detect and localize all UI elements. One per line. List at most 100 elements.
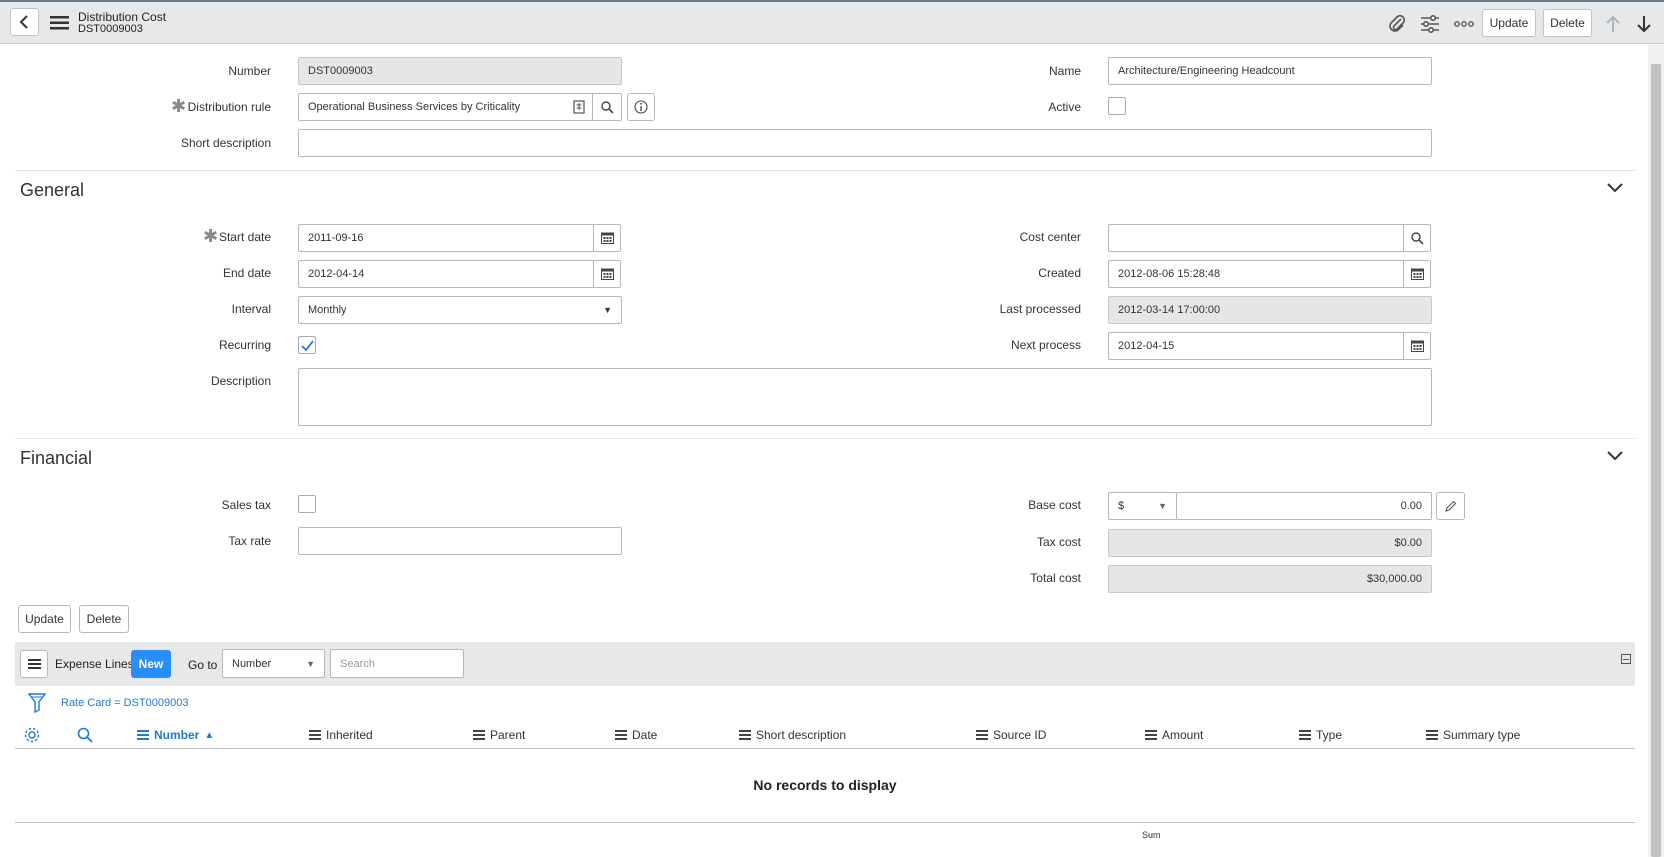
cost-center-search-button[interactable]: [1403, 224, 1431, 252]
short-description-label: Short description: [180, 136, 271, 150]
sum-label: Sum: [1142, 830, 1161, 840]
dropdown-arrow-icon: ▼: [1158, 501, 1167, 511]
calendar-icon: [1410, 268, 1424, 280]
total-cost-label: Total cost: [1030, 571, 1081, 585]
paperclip-icon[interactable]: [1386, 14, 1408, 34]
name-field[interactable]: Architecture/Engineering Headcount: [1108, 57, 1432, 85]
column-menu-icon: [1145, 730, 1157, 740]
interval-select[interactable]: Monthly ▼: [298, 296, 622, 324]
column-header-date[interactable]: Date: [615, 726, 657, 744]
column-label: Date: [632, 728, 658, 742]
gear-icon[interactable]: [23, 726, 41, 747]
cost-center-label: Cost center: [1019, 230, 1081, 244]
hamburger-icon[interactable]: [49, 15, 69, 31]
column-label: Summary type: [1443, 728, 1521, 742]
base-cost-edit-button[interactable]: [1436, 492, 1465, 520]
header-update-button[interactable]: Update: [1482, 9, 1536, 37]
last-processed-field[interactable]: 2012-03-14 17:00:00: [1108, 296, 1432, 324]
currency-select[interactable]: $ ▼: [1108, 492, 1177, 520]
column-header-source-id[interactable]: Source ID: [976, 726, 1046, 744]
more-icon[interactable]: [1452, 14, 1476, 34]
column-label: Parent: [490, 728, 526, 742]
filter-icon[interactable]: [27, 693, 47, 716]
hamburger-icon: [27, 659, 41, 669]
number-label: Number: [228, 64, 271, 78]
last-processed-label: Last processed: [999, 302, 1081, 316]
column-header-inherited[interactable]: Inherited: [309, 726, 373, 744]
new-button[interactable]: New: [131, 650, 171, 678]
chevron-down-icon[interactable]: [1606, 182, 1624, 197]
record-number: DST0009003: [78, 23, 143, 35]
tax-rate-label: Tax rate: [228, 534, 271, 548]
list-context-menu-button[interactable]: [20, 650, 48, 678]
column-header-summary-type[interactable]: Summary type: [1426, 726, 1520, 744]
arrow-up-icon[interactable]: [1603, 14, 1623, 34]
end-date-calendar-button[interactable]: [593, 260, 621, 288]
distribution-rule-search-button[interactable]: [592, 93, 622, 121]
dropdown-arrow-icon: ▼: [306, 658, 315, 669]
related-list-toolbar: Expense Lines New Go to Number ▼ Search: [15, 642, 1635, 686]
description-field[interactable]: [298, 368, 1432, 426]
sales-tax-checkbox[interactable]: [298, 495, 316, 513]
created-calendar-button[interactable]: [1403, 260, 1431, 288]
base-cost-field[interactable]: 0.00: [1176, 492, 1432, 520]
total-cost-field[interactable]: $30,000.00: [1108, 565, 1432, 593]
sort-asc-icon: ▲: [204, 729, 215, 741]
next-process-calendar-button[interactable]: [1403, 332, 1431, 360]
chevron-down-icon[interactable]: [1606, 450, 1624, 465]
column-header-short-description[interactable]: Short description: [739, 726, 846, 744]
recurring-checkbox[interactable]: [298, 336, 316, 354]
column-header-number[interactable]: Number ▲: [137, 726, 214, 744]
calendar-icon: [1410, 340, 1424, 352]
distribution-rule-field[interactable]: Operational Business Services by Critica…: [298, 93, 593, 121]
tax-cost-field[interactable]: $0.00: [1108, 529, 1432, 557]
section-divider: [15, 170, 1635, 171]
search-placeholder: Search: [340, 657, 375, 670]
pencil-icon: [1445, 500, 1457, 512]
tax-rate-field[interactable]: [298, 527, 622, 555]
start-date-calendar-button[interactable]: [593, 224, 621, 252]
column-label: Source ID: [993, 728, 1047, 742]
distribution-rule-info-button[interactable]: [627, 93, 655, 121]
back-button[interactable]: [10, 8, 39, 36]
scrollbar-thumb[interactable]: [1651, 64, 1661, 857]
goto-label: Go to: [188, 658, 218, 672]
column-menu-icon: [1299, 730, 1311, 740]
search-icon[interactable]: [77, 727, 93, 746]
short-description-field[interactable]: [298, 129, 1432, 157]
reference-icon[interactable]: [570, 98, 588, 116]
column-label: Type: [1316, 728, 1343, 742]
list-search-input[interactable]: Search: [330, 649, 464, 678]
column-menu-icon: [739, 730, 751, 740]
tax-cost-label: Tax cost: [1036, 535, 1081, 549]
delete-button[interactable]: Delete: [79, 605, 129, 633]
column-label: Inherited: [326, 728, 373, 742]
start-date-field[interactable]: 2011-09-16: [298, 224, 594, 252]
collapse-icon[interactable]: [1621, 654, 1631, 664]
check-icon: [300, 339, 314, 351]
update-button[interactable]: Update: [18, 605, 71, 633]
column-header-amount[interactable]: Amount: [1145, 726, 1203, 744]
sliders-icon[interactable]: [1419, 14, 1441, 34]
header-delete-button[interactable]: Delete: [1543, 9, 1592, 37]
created-field[interactable]: 2012-08-06 15:28:48: [1108, 260, 1404, 288]
column-header-parent[interactable]: Parent: [473, 726, 525, 744]
number-field[interactable]: DST0009003: [298, 57, 622, 85]
calendar-icon: [600, 268, 614, 280]
goto-field-value: Number: [232, 657, 272, 670]
active-checkbox[interactable]: [1108, 97, 1126, 115]
start-date-label: Start date: [218, 230, 271, 244]
list-footer-divider: [15, 822, 1635, 823]
arrow-down-icon[interactable]: [1634, 14, 1654, 34]
column-label: Number: [154, 728, 200, 742]
column-label: Amount: [1162, 728, 1204, 742]
cost-center-field[interactable]: [1108, 224, 1404, 252]
filter-breadcrumb[interactable]: Rate Card = DST0009003: [61, 697, 189, 709]
goto-field-select[interactable]: Number ▼: [222, 649, 325, 678]
active-label: Active: [1048, 100, 1081, 114]
end-date-field[interactable]: 2012-04-14: [298, 260, 594, 288]
general-section-title: General: [20, 180, 85, 200]
next-process-field[interactable]: 2012-04-15: [1108, 332, 1404, 360]
name-label: Name: [1048, 64, 1081, 78]
column-header-type[interactable]: Type: [1299, 726, 1342, 744]
